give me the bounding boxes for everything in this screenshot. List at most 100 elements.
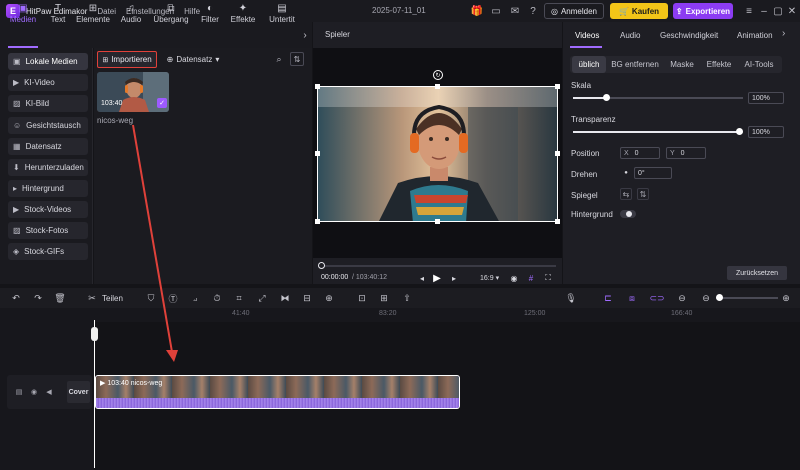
tab-elemente[interactable]: ⊞ Elemente: [75, 0, 111, 26]
dataset-dropdown[interactable]: ⊕ Datensatz ▾: [163, 52, 223, 67]
tab-filter[interactable]: ◐ Filter: [198, 0, 222, 26]
flip-horizontal-icon[interactable]: ⇆: [620, 188, 632, 200]
resize-handle[interactable]: [435, 84, 440, 89]
lock-icon[interactable]: ▤: [14, 387, 24, 397]
position-y-field[interactable]: Y 0: [666, 147, 706, 159]
subtab-effekte[interactable]: Effekte: [702, 56, 736, 73]
next-frame-icon[interactable]: ▸: [448, 272, 460, 284]
subtab-maske[interactable]: Maske: [666, 56, 698, 73]
resize-handle[interactable]: [555, 151, 560, 156]
close-icon[interactable]: ✕: [785, 4, 799, 18]
minimize-icon[interactable]: –: [757, 4, 771, 18]
subtab-ai-tools[interactable]: AI-Tools: [740, 56, 778, 73]
eye-icon[interactable]: ◉: [29, 387, 39, 397]
sidebar-item-stock-fotos[interactable]: ▨ Stock-Fotos: [8, 222, 88, 239]
play-icon[interactable]: ▶: [431, 272, 443, 284]
resize-handle[interactable]: [315, 151, 320, 156]
opacity-slider-knob[interactable]: [736, 128, 743, 135]
crop-icon[interactable]: ⌗: [233, 292, 245, 304]
export-button[interactable]: ⇪ Exportieren: [673, 3, 733, 19]
grid-icon[interactable]: #: [525, 272, 537, 284]
fit-icon[interactable]: ⊖: [676, 292, 688, 304]
tab-animation[interactable]: Animation: [737, 22, 773, 48]
help-icon[interactable]: ?: [526, 4, 540, 18]
prev-frame-icon[interactable]: ◂: [416, 272, 428, 284]
screen-icon[interactable]: ⊞: [378, 292, 390, 304]
tab-medien[interactable]: ▣ Medien: [7, 0, 39, 26]
sidebar-item-stock-videos[interactable]: ▶ Stock-Videos: [8, 201, 88, 218]
gift-icon[interactable]: 🎁: [470, 4, 484, 18]
search-icon[interactable]: ⌕: [272, 52, 286, 66]
position-x-field[interactable]: X 0: [620, 147, 660, 159]
ai-icon[interactable]: ⊡: [356, 292, 368, 304]
opacity-value-field[interactable]: 100%: [748, 126, 784, 138]
sidebar-item-hintergrund[interactable]: ▸ Hintergrund: [8, 180, 88, 197]
aspect-ratio-select[interactable]: 16:9 ▾: [480, 274, 499, 282]
resize-icon[interactable]: ⤢: [256, 292, 268, 304]
resize-handle[interactable]: [555, 219, 560, 224]
zoom-in-icon[interactable]: ⊕: [780, 292, 792, 304]
redo-icon[interactable]: ↷: [32, 292, 44, 304]
rotate-field[interactable]: 0°: [634, 167, 672, 179]
resize-handle[interactable]: [315, 219, 320, 224]
sidebar-item-datensatz[interactable]: ▦ Datensatz: [8, 138, 88, 155]
sidebar-item-ki-bild[interactable]: ▨ KI-Bild: [8, 95, 88, 112]
buy-button[interactable]: 🛒 Kaufen: [610, 3, 668, 19]
tab-effekte[interactable]: ✦ Effekte: [228, 0, 258, 26]
tab-videos[interactable]: Videos: [575, 22, 599, 48]
snapshot-icon[interactable]: ◉: [508, 272, 520, 284]
scissors-icon[interactable]: ✂: [86, 292, 98, 304]
sidebar-item-lokale-medien[interactable]: ▣ Lokale Medien: [8, 53, 88, 70]
speaker-icon[interactable]: ◀: [44, 387, 54, 397]
resize-handle[interactable]: [435, 219, 440, 224]
background-toggle[interactable]: [620, 210, 636, 218]
rotate-dot-icon[interactable]: ●: [622, 169, 630, 177]
zoom-out-icon[interactable]: ⊖: [700, 292, 712, 304]
resize-handle[interactable]: [315, 84, 320, 89]
shield-icon[interactable]: ⛉: [145, 292, 157, 304]
speed-icon[interactable]: ⏱: [211, 292, 223, 304]
sidebar-item-stock-gifs[interactable]: ◈ Stock-GIFs: [8, 243, 88, 260]
split-label[interactable]: Teilen: [102, 294, 123, 303]
rotate-icon[interactable]: ↻: [433, 70, 443, 80]
scrub-bar[interactable]: [320, 265, 556, 267]
tab-audio[interactable]: Audio: [620, 22, 640, 48]
sidebar-item-ki-video[interactable]: ▶ KI-Video: [8, 74, 88, 91]
toolbar-more-icon[interactable]: ›: [300, 28, 310, 42]
cover-button[interactable]: Cover: [67, 381, 90, 403]
snap-icon[interactable]: ⧈: [626, 292, 638, 304]
import-button[interactable]: ⊞ Importieren: [97, 51, 157, 68]
zoom-slider-knob[interactable]: [716, 294, 723, 301]
playhead-handle[interactable]: [91, 327, 98, 341]
mirror-icon[interactable]: ⧓: [279, 292, 291, 304]
subtab-ueblich[interactable]: üblich: [572, 56, 606, 73]
scale-value-field[interactable]: 100%: [748, 92, 784, 104]
playhead[interactable]: [94, 320, 95, 468]
sidebar-item-herunterzuladen[interactable]: ⬇ Herunterzuladen: [8, 159, 88, 176]
scale-slider-knob[interactable]: [603, 94, 610, 101]
video-frame[interactable]: [317, 86, 558, 222]
mail-icon[interactable]: ✉: [508, 4, 522, 18]
crop-cut-icon[interactable]: ⟓: [189, 292, 201, 304]
upload-icon[interactable]: ⇧: [401, 292, 413, 304]
login-button[interactable]: ◎ Anmelden: [544, 3, 604, 19]
delete-icon[interactable]: 🗑: [54, 292, 66, 304]
chevron-right-icon[interactable]: ›: [782, 28, 785, 39]
link-icon[interactable]: ⊂⊃: [649, 292, 664, 304]
subtab-bg-entfernen[interactable]: BG entfernen: [610, 56, 660, 73]
tab-uebergang[interactable]: ⧉ Übergang: [152, 0, 190, 26]
freeze-icon[interactable]: ⊟: [301, 292, 313, 304]
microphone-icon[interactable]: 🎙: [565, 292, 577, 304]
fullscreen-icon[interactable]: ⛶: [542, 272, 554, 284]
tab-text[interactable]: T Text: [46, 0, 70, 26]
check-icon[interactable]: ✓: [157, 98, 167, 108]
target-icon[interactable]: ⊕: [323, 292, 335, 304]
undo-icon[interactable]: ↶: [10, 292, 22, 304]
flip-vertical-icon[interactable]: ⇅: [637, 188, 649, 200]
monitor-icon[interactable]: ▭: [489, 4, 503, 18]
resize-handle[interactable]: [555, 84, 560, 89]
sort-icon[interactable]: ⇅: [290, 52, 304, 66]
magnet-icon[interactable]: ⊏: [602, 292, 614, 304]
tab-untertitel[interactable]: ▤ Untertit: [264, 0, 300, 26]
maximize-icon[interactable]: ▢: [771, 4, 785, 18]
